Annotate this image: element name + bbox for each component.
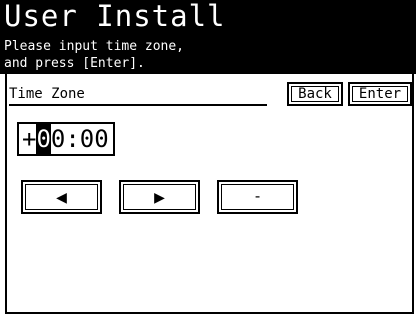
time-zone-value: + 0 0:00 [22,124,109,154]
enter-button[interactable]: Enter [348,82,412,106]
right-arrow-icon: ▶ [154,188,165,205]
left-arrow-icon: ◀ [56,188,67,205]
minus-button[interactable]: - [217,180,298,214]
minus-label: - [254,188,261,205]
time-zone-label: Time Zone [9,86,85,102]
cursor-left-button[interactable]: ◀ [21,180,102,214]
tz-cursor-digit: 0 [36,124,51,154]
instruction-line-2: and press [Enter]. [4,56,145,71]
cursor-right-button[interactable]: ▶ [119,180,200,214]
header-bar: User Install Please input time zone, and… [0,0,416,74]
time-zone-input[interactable]: + 0 0:00 [17,122,115,156]
label-underline [9,104,267,106]
tz-sign: + [22,125,37,153]
instruction-text: Please input time zone, and press [Enter… [4,38,184,72]
screen-title: User Install [4,0,226,33]
tz-rest: 0:00 [50,125,109,153]
back-button[interactable]: Back [287,82,343,106]
instruction-line-1: Please input time zone, [4,39,185,54]
